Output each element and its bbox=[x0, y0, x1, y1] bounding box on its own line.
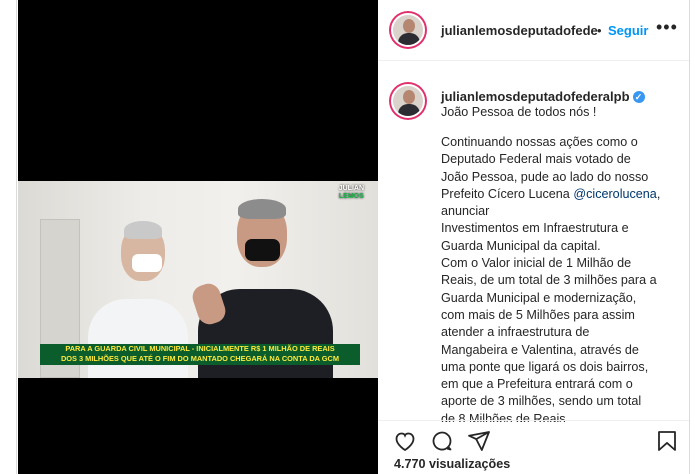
post-caption: julianlemosdeputadofederalpb ✓ João Pesso… bbox=[378, 72, 689, 422]
caption-line: João Pessoa, pude ao lado do nosso bbox=[441, 169, 649, 184]
caption-line: Investimentos em Infraestrutura e bbox=[441, 221, 629, 236]
caption-title: João Pessoa de todos nós ! bbox=[441, 105, 597, 119]
share-icon[interactable] bbox=[467, 429, 491, 453]
caption-line-mention: Prefeito Cícero Lucena @cicerolucena, bbox=[441, 186, 661, 201]
heart-icon[interactable] bbox=[393, 429, 417, 453]
caption-line: Guarda Municipal e modernização, bbox=[441, 290, 637, 305]
person-left-mask bbox=[132, 254, 162, 272]
caption-username[interactable]: julianlemosdeputadofederalpb bbox=[441, 89, 630, 104]
video-watermark: JULIAN LEMOS bbox=[339, 185, 364, 201]
caption-line: anunciar bbox=[441, 204, 490, 219]
more-icon[interactable]: ••• bbox=[656, 17, 678, 38]
caption-line: Deputado Federal mais votado de bbox=[441, 152, 631, 167]
post-header: julianlemosdeputadofede • Seguir ••• bbox=[378, 0, 689, 61]
comment-icon[interactable] bbox=[430, 429, 454, 453]
caption-line: aporte de 3 milhões, sendo um total bbox=[441, 394, 642, 409]
caption-user-row: julianlemosdeputadofederalpb ✓ bbox=[441, 88, 645, 106]
caption-line: atender a infraestrutura de bbox=[441, 325, 590, 340]
caption-line: Mangabeira e Valentina, através de bbox=[441, 342, 639, 357]
watermark-line-1: JULIAN bbox=[338, 185, 364, 192]
caption-line: com mais de 5 Milhões para assim bbox=[441, 307, 635, 322]
caption-line: Com o Valor inicial de 1 Milhão de bbox=[441, 256, 632, 271]
mention-link[interactable]: @cicerolucena bbox=[573, 187, 657, 201]
caption-line: Guarda Municipal da capital. bbox=[441, 238, 601, 253]
banner-line-2: DOS 3 MILHÕES QUE ATÉ O FIM DO MANTADO C… bbox=[60, 354, 340, 363]
header-separator-dot: • bbox=[597, 23, 602, 38]
caption-body: Continuando nossas ações como o Deputado… bbox=[441, 134, 681, 422]
person-right-mask bbox=[245, 239, 280, 261]
caption-line: Continuando nossas ações como o bbox=[441, 135, 638, 149]
post-actions: 4.770 visualizações bbox=[378, 420, 689, 474]
watermark-line-2: LEMOS bbox=[338, 193, 364, 200]
caption-line: uma ponte que ligará os dois bairros, bbox=[441, 359, 649, 374]
verified-icon: ✓ bbox=[632, 91, 645, 103]
video-frame[interactable]: JULIAN LEMOS PARA A GUARDA CIVIL MUNICIP… bbox=[18, 181, 378, 378]
video-caption-banner: PARA A GUARDA CIVIL MUNICIPAL - INICIALM… bbox=[40, 344, 360, 365]
caption-line: em que a Prefeitura entrará com o bbox=[441, 377, 633, 392]
caption-line: Reais, de um total de 3 milhões para a bbox=[441, 273, 657, 288]
post-media[interactable]: JULIAN LEMOS PARA A GUARDA CIVIL MUNICIP… bbox=[18, 0, 378, 474]
person-left-hair bbox=[124, 221, 162, 239]
person-left-shirt bbox=[88, 299, 188, 378]
follow-button[interactable]: Seguir bbox=[608, 23, 648, 38]
banner-line-1: PARA A GUARDA CIVIL MUNICIPAL - INICIALM… bbox=[65, 344, 335, 353]
person-right-hair bbox=[238, 199, 286, 219]
caption-avatar[interactable] bbox=[391, 84, 425, 118]
views-count: 4.770 visualizações bbox=[394, 457, 511, 471]
bookmark-icon[interactable] bbox=[655, 429, 679, 453]
profile-avatar[interactable] bbox=[391, 13, 425, 47]
header-username[interactable]: julianlemosdeputadofede bbox=[441, 23, 598, 38]
